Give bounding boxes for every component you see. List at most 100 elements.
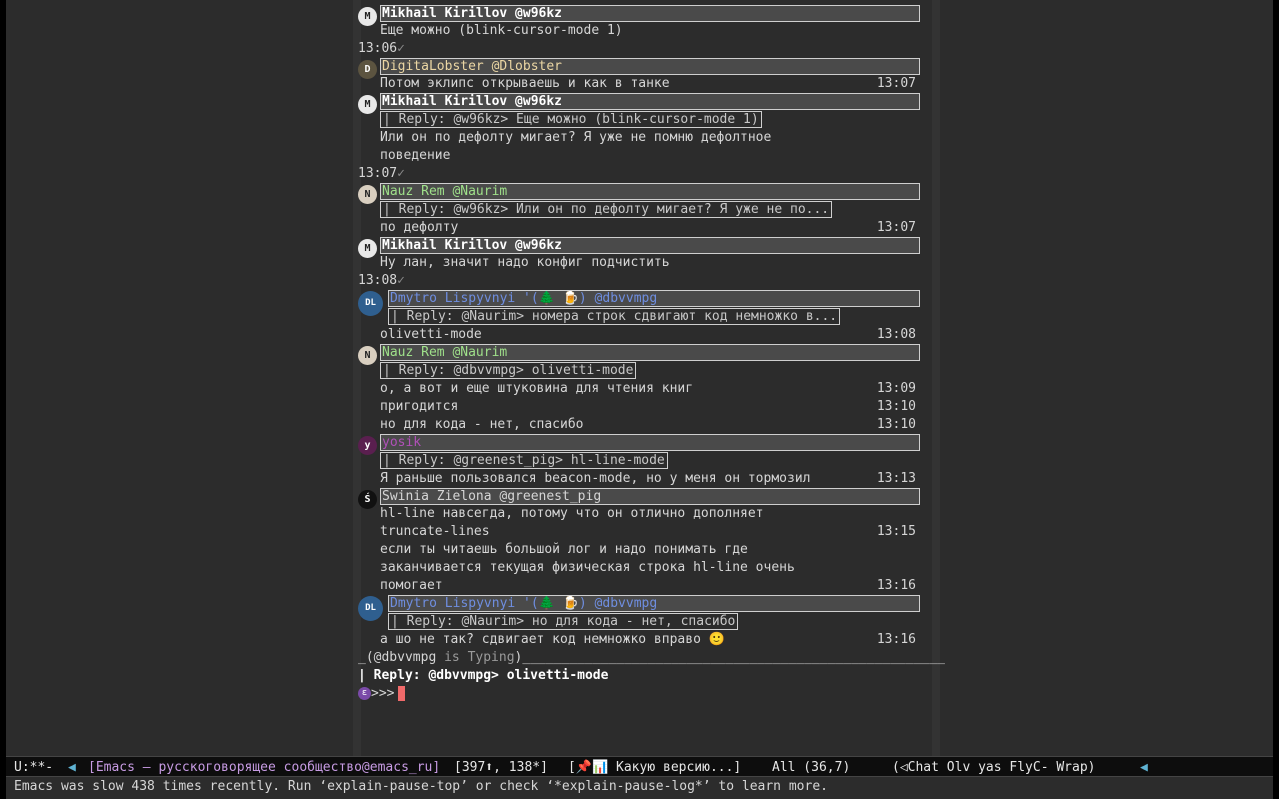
message-text: пригодится bbox=[380, 399, 459, 414]
message-text: olivetti-mode bbox=[380, 327, 482, 342]
chat-message[interactable]: M Mikhail Kirillov @w96kz Ну лан, значит н… bbox=[358, 237, 938, 290]
avatar[interactable]: N bbox=[358, 185, 377, 204]
message-timestamp: 13:09 bbox=[876, 381, 916, 396]
message-text: но для кода - нет, спасибо bbox=[380, 417, 584, 432]
sender-name[interactable]: Mikhail Kirillov @w96kz bbox=[380, 93, 920, 110]
message-timestamp: 13:08 bbox=[358, 273, 398, 288]
message-text-line: если ты читаешь большой лог и надо поним… bbox=[380, 541, 916, 559]
echo-area: Emacs was slow 438 times recently. Run ‘… bbox=[6, 777, 1273, 799]
reply-quote[interactable]: | Reply: @greenest_pig> hl-line-mode bbox=[380, 452, 668, 469]
reply-quote[interactable]: | Reply: @w96kz> Еще можно (blink-cursor… bbox=[380, 111, 762, 128]
message-text: поведение bbox=[380, 148, 451, 163]
message-text-line: Я раньше пользовался beacon-mode, но у м… bbox=[380, 470, 916, 488]
message-text: truncate-lines bbox=[380, 524, 490, 539]
modeline-pinned-message[interactable]: [📌📊 Какую версию...] bbox=[568, 757, 741, 778]
message-text-line: поведение bbox=[380, 147, 916, 165]
sender-name[interactable]: yosik bbox=[380, 434, 920, 451]
emacs-frame: M Mikhail Kirillov @w96kz Еще можно (blink… bbox=[6, 0, 1273, 756]
message-text-line: пригодится 13:10 bbox=[380, 398, 916, 416]
telega-icon-right: ◀ bbox=[1140, 760, 1148, 775]
avatar[interactable]: N bbox=[358, 346, 377, 365]
message-timestamp: 13:16 bbox=[876, 578, 916, 593]
avatar[interactable]: M bbox=[358, 7, 377, 26]
chat-message[interactable]: M Mikhail Kirillov @w96kz Еще можно (blink… bbox=[358, 5, 938, 58]
message-list: M Mikhail Kirillov @w96kz Еще можно (blink… bbox=[358, 5, 938, 649]
message-text-line: hl-line навсегда, потому что он отлично … bbox=[380, 505, 916, 523]
avatar[interactable]: Ś bbox=[358, 490, 377, 509]
message-timestamp: 13:06 bbox=[358, 41, 398, 56]
message-text: а шо не так? сдвигает код немножко вправ… bbox=[380, 632, 725, 647]
message-text: Ну лан, значит надо конфиг подчистить bbox=[380, 255, 670, 270]
message-timestamp: 13:08 bbox=[876, 327, 916, 342]
reply-quote[interactable]: | Reply: @Naurim> но для кода - нет, спа… bbox=[388, 613, 739, 630]
modeline-position: All (36,7) bbox=[772, 760, 851, 775]
message-text-line: truncate-lines 13:15 bbox=[380, 523, 916, 541]
message-text-line: о, а вот и еще штуковина для чтения книг… bbox=[380, 380, 916, 398]
sender-name[interactable]: Świnia Zielona @greenest_pig bbox=[380, 488, 920, 505]
mode-line: U:**- ◀ [Emacs — русскоговорящее сообщес… bbox=[6, 756, 1273, 777]
read-check-icon: ✓ bbox=[397, 273, 405, 288]
chat-message[interactable]: Ś Świnia Zielona @greenest_pig hl-line нав… bbox=[358, 488, 938, 595]
message-timestamp-block: 13:08✓ bbox=[358, 272, 938, 290]
avatar[interactable]: D bbox=[358, 60, 377, 79]
message-text: Я раньше пользовался beacon-mode, но у м… bbox=[380, 471, 811, 486]
chat-message[interactable]: y yosik | Reply: @greenest_pig> hl-line-mo… bbox=[358, 434, 938, 488]
message-text: заканчивается текущая физическая строка … bbox=[380, 560, 795, 575]
modeline-counts: [397⬆, 138*] bbox=[454, 760, 548, 775]
message-timestamp: 13:16 bbox=[876, 632, 916, 647]
message-text: hl-line навсегда, потому что он отлично … bbox=[380, 506, 764, 521]
message-text: если ты читаешь большой лог и надо поним… bbox=[380, 542, 748, 557]
message-text-line: а шо не так? сдвигает код немножко вправ… bbox=[380, 631, 916, 649]
reply-quote[interactable]: | Reply: @dbvvmpg> olivetti-mode bbox=[380, 362, 637, 379]
message-text-line: заканчивается текущая физическая строка … bbox=[380, 559, 916, 577]
telega-icon[interactable]: ◀ bbox=[68, 757, 76, 778]
avatar[interactable]: y bbox=[358, 436, 377, 455]
message-text: Или он по дефолту мигает? Я уже не помню… bbox=[380, 130, 772, 145]
message-timestamp: 13:10 bbox=[876, 417, 916, 432]
message-timestamp: 13:10 bbox=[876, 399, 916, 414]
input-prompt[interactable]: ε >>> bbox=[358, 685, 938, 703]
avatar[interactable]: M bbox=[358, 95, 377, 114]
reply-quote[interactable]: | Reply: @w96kz> Или он по дефолту мигае… bbox=[380, 201, 833, 218]
sender-name[interactable]: Mikhail Kirillov @w96kz bbox=[380, 237, 920, 254]
avatar[interactable]: M bbox=[358, 239, 377, 258]
text-cursor bbox=[398, 686, 406, 701]
emacs-icon: ε bbox=[358, 687, 371, 700]
message-text-line: Ну лан, значит надо конфиг подчистить bbox=[380, 254, 916, 272]
modeline-state: U:**- bbox=[14, 760, 54, 775]
avatar[interactable]: DL bbox=[358, 596, 383, 621]
modeline-buffer-name[interactable]: [Emacs — русскоговорящее сообщество@emac… bbox=[88, 757, 440, 778]
message-timestamp: 13:07 bbox=[876, 76, 916, 91]
chat-buffer[interactable]: M Mikhail Kirillov @w96kz Еще можно (blink… bbox=[358, 5, 946, 703]
message-timestamp: 13:15 bbox=[876, 524, 916, 539]
message-text-line: Или он по дефолту мигает? Я уже не помню… bbox=[380, 129, 916, 147]
sender-name[interactable]: Nauz Rem @Naurim bbox=[380, 344, 920, 361]
message-text: о, а вот и еще штуковина для чтения книг bbox=[380, 381, 694, 396]
chat-message[interactable]: DL Dmytro Lispyvnyi '(🌲 🍺) @dbvvmpg | Repl… bbox=[358, 595, 938, 649]
read-check-icon: ✓ bbox=[397, 166, 405, 181]
message-text: Еще можно (blink-cursor-mode 1) bbox=[380, 23, 623, 38]
avatar[interactable]: DL bbox=[358, 291, 383, 316]
typing-indicator: _(@dbvvmpg is Typing)___________________… bbox=[358, 650, 946, 665]
sender-name[interactable]: Dmytro Lispyvnyi '(🌲 🍺) @dbvvmpg bbox=[388, 595, 920, 612]
reply-quote[interactable]: | Reply: @Naurim> номера строк сдвигают … bbox=[388, 308, 841, 325]
message-timestamp-block: 13:07✓ bbox=[358, 165, 938, 183]
sender-name[interactable]: Mikhail Kirillov @w96kz bbox=[380, 5, 920, 22]
sender-name[interactable]: Nauz Rem @Naurim bbox=[380, 183, 920, 200]
message-timestamp: 13:07 bbox=[876, 220, 916, 235]
modeline-modes[interactable]: (◁Chat Olv yas FlyC- Wrap) bbox=[892, 757, 1096, 778]
message-text-line: Потом эклипс открываешь и как в танке 13:… bbox=[380, 75, 916, 93]
message-text: по дефолту bbox=[380, 220, 459, 235]
chat-message[interactable]: M Mikhail Kirillov @w96kz | Reply: @w96kz>… bbox=[358, 93, 938, 183]
chat-message[interactable]: N Nauz Rem @Naurim | Reply: @dbvvmpg> oliv… bbox=[358, 344, 938, 434]
chat-message[interactable]: D DigitaLobster @Dlobster Потом эклипс отк… bbox=[358, 58, 938, 93]
message-text-line: Еще можно (blink-cursor-mode 1) bbox=[380, 22, 916, 40]
sender-name[interactable]: DigitaLobster @Dlobster bbox=[380, 58, 920, 75]
sender-name[interactable]: Dmytro Lispyvnyi '(🌲 🍺) @dbvvmpg bbox=[388, 290, 920, 307]
message-timestamp: 13:13 bbox=[876, 471, 916, 486]
message-text-line: но для кода - нет, спасибо 13:10 bbox=[380, 416, 916, 434]
chat-message[interactable]: DL Dmytro Lispyvnyi '(🌲 🍺) @dbvvmpg | Repl… bbox=[358, 290, 938, 344]
message-text: помогает bbox=[380, 578, 443, 593]
message-timestamp: 13:07 bbox=[358, 166, 398, 181]
chat-message[interactable]: N Nauz Rem @Naurim | Reply: @w96kz> Или он… bbox=[358, 183, 938, 237]
